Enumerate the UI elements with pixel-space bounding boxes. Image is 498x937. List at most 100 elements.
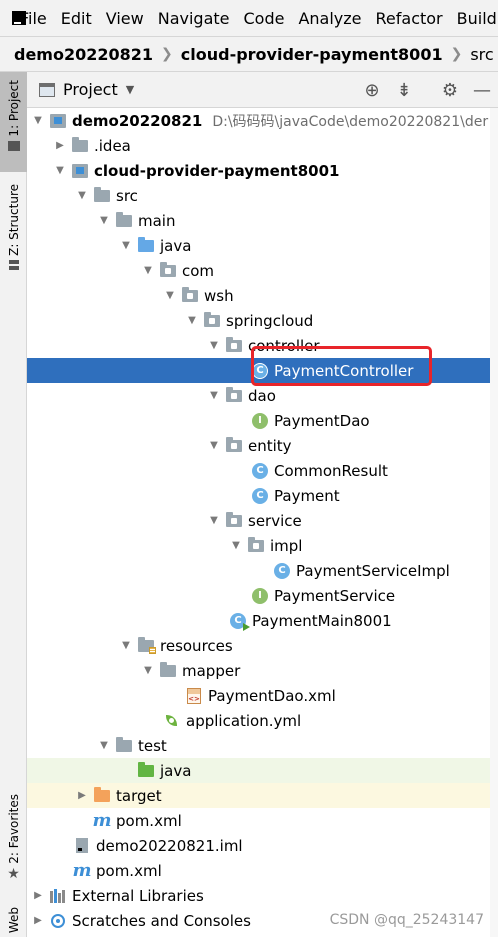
tree-label: controller xyxy=(248,336,320,355)
tree-row-resources[interactable]: ▼ resources xyxy=(27,633,498,658)
tree-row-project-root[interactable]: ▼ demo20220821 D:\码码码\javaCode\demo20220… xyxy=(27,108,498,133)
tree-row-controller[interactable]: ▼ controller xyxy=(27,333,498,358)
expanded-arrow-icon[interactable]: ▼ xyxy=(97,215,111,226)
class-icon: C xyxy=(251,487,269,504)
project-tool-label: 1: Project xyxy=(6,80,21,137)
left-tool-stripe: 1: Project Z: Structure 2: Favorites ★ W… xyxy=(0,72,27,937)
tree-row-idea[interactable]: ▶ .idea xyxy=(27,133,498,158)
expanded-arrow-icon[interactable]: ▼ xyxy=(185,315,199,326)
project-view-icon xyxy=(39,82,55,97)
package-icon xyxy=(203,311,221,329)
expanded-arrow-icon[interactable]: ▼ xyxy=(97,740,111,751)
structure-tool-label: Z: Structure xyxy=(6,184,21,256)
tree-row-payment[interactable]: C Payment xyxy=(27,483,498,508)
expanded-arrow-icon[interactable]: ▼ xyxy=(207,515,221,526)
favorites-tool-label: 2: Favorites xyxy=(6,794,21,864)
menu-refactor[interactable]: Refactor xyxy=(376,9,443,28)
expanded-arrow-icon[interactable]: ▼ xyxy=(141,265,155,276)
tree-label: PaymentDao xyxy=(274,411,370,430)
expanded-arrow-icon[interactable]: ▼ xyxy=(207,440,221,451)
tree-row-com[interactable]: ▼ com xyxy=(27,258,498,283)
package-icon xyxy=(181,286,199,304)
package-icon xyxy=(159,261,177,279)
structure-tool-button[interactable]: Z: Structure xyxy=(0,184,27,284)
tree-row-test-java[interactable]: java xyxy=(27,758,498,783)
package-icon xyxy=(225,436,243,454)
tree-row-common-result[interactable]: C CommonResult xyxy=(27,458,498,483)
folder-icon xyxy=(115,736,133,754)
tree-row-wsh[interactable]: ▼ wsh xyxy=(27,283,498,308)
tree-label: cloud-provider-payment8001 xyxy=(94,161,340,180)
expanded-arrow-icon[interactable]: ▼ xyxy=(141,665,155,676)
tree-label: pom.xml xyxy=(96,861,162,880)
tree-path: D:\码码码\javaCode\demo20220821\der xyxy=(212,113,489,130)
class-icon: C xyxy=(251,462,269,479)
tree-label: .idea xyxy=(94,136,131,155)
tree-row-dao[interactable]: ▼ dao xyxy=(27,383,498,408)
project-tool-button[interactable]: 1: Project xyxy=(0,72,27,172)
gear-icon[interactable]: ⚙ xyxy=(434,72,466,108)
tree-row-java-source[interactable]: ▼ java xyxy=(27,233,498,258)
tree-row-entity[interactable]: ▼ entity xyxy=(27,433,498,458)
tree-row-payment-controller[interactable]: C PaymentController xyxy=(27,358,498,383)
tree-row-src[interactable]: ▼ src xyxy=(27,183,498,208)
locate-target-icon[interactable]: ⊕ xyxy=(356,72,388,108)
expanded-arrow-icon[interactable]: ▼ xyxy=(119,640,133,651)
expanded-arrow-icon[interactable]: ▼ xyxy=(207,340,221,351)
expanded-arrow-icon[interactable]: ▼ xyxy=(31,115,45,126)
breadcrumb-project[interactable]: demo20220821 xyxy=(14,45,153,64)
watermark: CSDN @qq_25243147 xyxy=(329,912,484,928)
web-tool-button[interactable]: Web xyxy=(0,907,27,937)
collapsed-arrow-icon[interactable]: ▶ xyxy=(75,790,89,801)
menu-analyze[interactable]: Analyze xyxy=(298,9,361,28)
tree-label: Scratches and Consoles xyxy=(72,911,251,930)
toolwindow-title[interactable]: Project xyxy=(63,80,118,99)
folder-icon xyxy=(93,186,111,204)
project-toolwindow-header: Project ▼ ⊕ ⇟ ⚙ — xyxy=(27,72,498,108)
tree-row-root-pom[interactable]: m pom.xml xyxy=(27,858,498,883)
expanded-arrow-icon[interactable]: ▼ xyxy=(207,390,221,401)
tree-row-external-libraries[interactable]: ▶ External Libraries xyxy=(27,883,498,908)
tree-row-payment-service[interactable]: I PaymentService xyxy=(27,583,498,608)
tree-row-test[interactable]: ▼ test xyxy=(27,733,498,758)
tree-row-main[interactable]: ▼ main xyxy=(27,208,498,233)
package-icon xyxy=(225,336,243,354)
collapsed-arrow-icon[interactable]: ▶ xyxy=(31,915,45,926)
tree-row-payment-service-impl[interactable]: C PaymentServiceImpl xyxy=(27,558,498,583)
tree-row-service[interactable]: ▼ service xyxy=(27,508,498,533)
class-icon: C xyxy=(251,362,269,379)
menu-navigate[interactable]: Navigate xyxy=(158,9,230,28)
tree-row-module-pom[interactable]: m pom.xml xyxy=(27,808,498,833)
menu-build[interactable]: Build xyxy=(457,9,497,28)
tree-label: impl xyxy=(270,536,303,555)
star-icon: ★ xyxy=(7,865,20,882)
breadcrumb-src[interactable]: src xyxy=(470,45,493,64)
interface-icon: I xyxy=(251,587,269,604)
tree-row-payment-dao-xml[interactable]: <> PaymentDao.xml xyxy=(27,683,498,708)
breadcrumb-module[interactable]: cloud-provider-payment8001 xyxy=(181,45,443,64)
expanded-arrow-icon[interactable]: ▼ xyxy=(75,190,89,201)
collapse-all-icon[interactable]: ⇟ xyxy=(388,72,420,108)
hide-minus-icon[interactable]: — xyxy=(466,72,498,108)
tree-row-springcloud[interactable]: ▼ springcloud xyxy=(27,308,498,333)
expanded-arrow-icon[interactable]: ▼ xyxy=(163,290,177,301)
expanded-arrow-icon[interactable]: ▼ xyxy=(53,165,67,176)
menu-view[interactable]: View xyxy=(106,9,144,28)
tree-label: PaymentServiceImpl xyxy=(296,561,450,580)
collapsed-arrow-icon[interactable]: ▶ xyxy=(31,890,45,901)
collapsed-arrow-icon[interactable]: ▶ xyxy=(53,140,67,151)
expanded-arrow-icon[interactable]: ▼ xyxy=(229,540,243,551)
tree-row-payment-dao[interactable]: I PaymentDao xyxy=(27,408,498,433)
tree-row-mapper[interactable]: ▼ mapper xyxy=(27,658,498,683)
menu-code[interactable]: Code xyxy=(244,9,285,28)
tree-row-module[interactable]: ▼ cloud-provider-payment8001 xyxy=(27,158,498,183)
tree-row-target[interactable]: ▶ target xyxy=(27,783,498,808)
favorites-tool-button[interactable]: 2: Favorites ★ xyxy=(0,794,27,894)
tree-row-application-yml[interactable]: application.yml xyxy=(27,708,498,733)
tree-row-payment-main[interactable]: C PaymentMain8001 xyxy=(27,608,498,633)
tree-row-impl[interactable]: ▼ impl xyxy=(27,533,498,558)
expanded-arrow-icon[interactable]: ▼ xyxy=(119,240,133,251)
menu-edit[interactable]: Edit xyxy=(61,9,92,28)
tree-row-iml[interactable]: demo20220821.iml xyxy=(27,833,498,858)
dropdown-caret-icon[interactable]: ▼ xyxy=(126,83,134,96)
